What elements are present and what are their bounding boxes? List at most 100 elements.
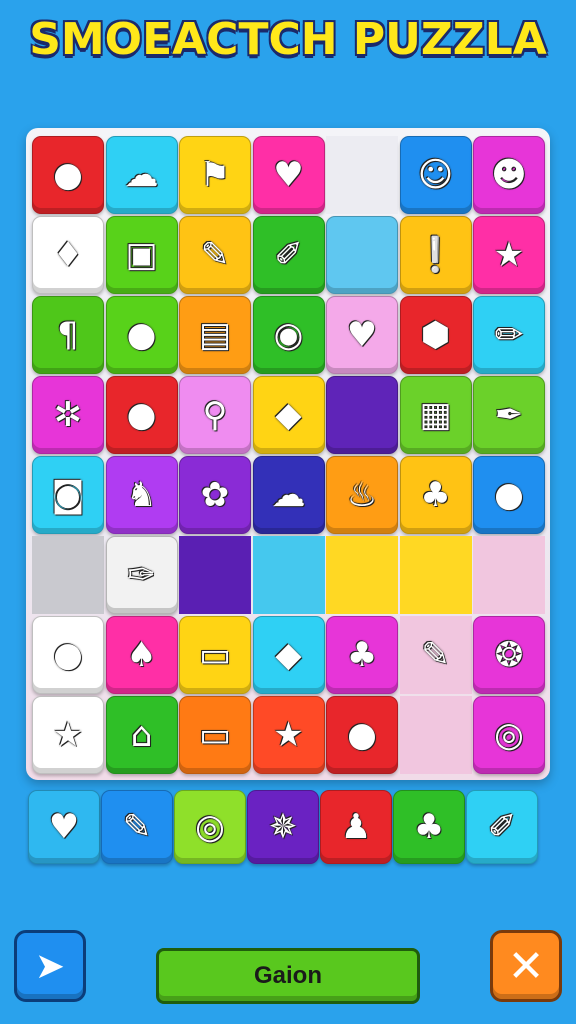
send-button[interactable]: ➤ — [14, 930, 86, 1002]
puzzle-tile[interactable]: ● — [105, 296, 178, 374]
puzzle-tile[interactable]: ▣ — [105, 216, 178, 294]
tile-icon: ★ — [52, 715, 84, 755]
puzzle-tile[interactable]: ● — [473, 456, 545, 534]
tile-icon: ✏ — [494, 315, 524, 355]
puzzle-tile[interactable]: ✑ — [105, 536, 178, 614]
puzzle-tile[interactable]: ✎ — [101, 790, 173, 864]
tile-icon: ✎ — [421, 635, 450, 675]
puzzle-tile[interactable]: ▭ — [179, 696, 251, 774]
tile-icon: ✑ — [127, 555, 156, 595]
tile-icon: ● — [126, 315, 157, 355]
puzzle-tile[interactable]: ▦ — [399, 376, 472, 454]
tile-icon: ⚑ — [199, 155, 231, 195]
empty-cell — [252, 536, 325, 614]
puzzle-tile[interactable]: ☁ — [105, 136, 178, 214]
tile-icon: ⬢ — [420, 315, 451, 355]
puzzle-tile[interactable]: ✐ — [252, 216, 325, 294]
puzzle-tile[interactable]: ● — [32, 136, 104, 214]
puzzle-tile[interactable]: ● — [105, 376, 178, 454]
puzzle-tile[interactable]: ♟ — [320, 790, 392, 864]
puzzle-tile[interactable]: ♣ — [326, 616, 398, 694]
puzzle-tile[interactable]: ◎ — [174, 790, 246, 864]
puzzle-tile[interactable]: ❂ — [473, 616, 545, 694]
puzzle-tile[interactable]: ◉ — [252, 296, 325, 374]
puzzle-tile[interactable]: ✐ — [466, 790, 538, 864]
puzzle-tile[interactable]: ♥ — [252, 136, 325, 214]
puzzle-tile[interactable]: ☺ — [399, 136, 472, 214]
puzzle-tile[interactable]: ★ — [473, 216, 545, 294]
tile-icon: ★ — [493, 235, 525, 275]
puzzle-tile[interactable]: ⚲ — [179, 376, 251, 454]
tile-icon: ❂ — [494, 635, 524, 675]
main-action-button[interactable]: Gaion — [156, 948, 420, 1004]
puzzle-tile[interactable]: ✵ — [247, 790, 319, 864]
close-button[interactable]: ✕ — [490, 930, 562, 1002]
puzzle-tile[interactable]: ♠ — [105, 616, 178, 694]
puzzle-tile[interactable]: ⬢ — [399, 296, 472, 374]
tile-icon: ✎ — [122, 807, 152, 847]
tile-icon: ● — [494, 475, 524, 515]
tile-icon: ★ — [273, 715, 304, 755]
puzzle-tile[interactable]: ● — [32, 616, 104, 694]
puzzle-tile[interactable]: ⚑ — [179, 136, 251, 214]
tile-icon: ✎ — [200, 235, 230, 275]
puzzle-tile[interactable]: ¶ — [32, 296, 104, 374]
puzzle-tile[interactable]: ☁ — [252, 456, 325, 534]
puzzle-tile[interactable]: ♣ — [393, 790, 465, 864]
puzzle-tile[interactable]: ✲ — [32, 376, 104, 454]
tile-icon: ¶ — [57, 315, 79, 355]
tile-icon: ◎ — [195, 807, 225, 847]
puzzle-tile[interactable]: ▭ — [179, 616, 251, 694]
puzzle-tile[interactable]: ❕ — [399, 216, 472, 294]
puzzle-tile[interactable]: ◆ — [252, 376, 325, 454]
puzzle-tile[interactable]: ✏ — [473, 296, 545, 374]
puzzle-tile[interactable]: ★ — [32, 696, 104, 774]
puzzle-tile[interactable]: ♦ — [32, 216, 104, 294]
tile-icon: ♠ — [126, 635, 157, 675]
tile-icon: ✵ — [268, 807, 298, 847]
puzzle-tile[interactable]: ◎ — [473, 696, 545, 774]
tile-icon: ▭ — [198, 715, 232, 755]
puzzle-tile[interactable]: ✎ — [179, 216, 251, 294]
tile-icon: ✿ — [200, 475, 230, 515]
tile-icon: ☺ — [417, 155, 454, 195]
puzzle-tile[interactable]: ✿ — [179, 456, 251, 534]
puzzle-tile[interactable]: ◆ — [252, 616, 325, 694]
puzzle-tile[interactable]: ♥ — [326, 296, 398, 374]
puzzle-tile[interactable] — [326, 216, 398, 294]
puzzle-tile[interactable]: ♨ — [326, 456, 398, 534]
tile-icon: ◆ — [275, 635, 302, 675]
tile-icon: ♣ — [413, 807, 445, 847]
puzzle-tile[interactable] — [326, 376, 398, 454]
tile-icon: ♣ — [420, 475, 451, 515]
tile-icon: ☻ — [491, 155, 527, 195]
empty-cell: ✎ — [399, 616, 472, 694]
puzzle-tile[interactable]: ▤ — [179, 296, 251, 374]
puzzle-tile[interactable]: ★ — [252, 696, 325, 774]
tile-icon: ☁ — [271, 475, 306, 515]
tile-tray: ♥ ✎ ◎ ✵ ♟ ♣ ✐ — [28, 790, 548, 866]
puzzle-board: ● ☁ ⚑ ♥ ☺ ☻ ♦ ▣ ✎ ✐ ❕ ★ ¶ ● ▤ ◉ ♥ ⬢ ✏ ✲ ● ⚲ ◆ ▦ ✒ ◙ ♞ ✿ ☁ ♨ ♣ ● ✑ ● ♠ ▭ ◆ ♣ ✎ ❂… — [26, 128, 550, 780]
tile-icon: ♦ — [52, 235, 84, 275]
puzzle-tile[interactable]: ◙ — [32, 456, 104, 534]
tile-icon: ♨ — [346, 475, 378, 515]
tile-icon: ▦ — [419, 395, 452, 435]
puzzle-tile[interactable]: ⌂ — [105, 696, 178, 774]
tile-icon: ⚲ — [202, 395, 228, 435]
tile-icon: ✐ — [274, 235, 303, 275]
tile-icon: ⌂ — [130, 715, 153, 755]
puzzle-tile[interactable]: ☻ — [473, 136, 545, 214]
puzzle-tile[interactable]: ♣ — [399, 456, 472, 534]
tile-icon: ● — [53, 635, 83, 675]
game-title: SMOEACTCH PUZZLA — [29, 14, 547, 65]
send-arrow-icon: ➤ — [34, 945, 66, 987]
tile-icon: ✒ — [494, 395, 524, 435]
tile-icon: ● — [347, 715, 377, 755]
puzzle-tile[interactable]: ✒ — [473, 376, 545, 454]
puzzle-tile[interactable]: ● — [326, 696, 398, 774]
puzzle-tile[interactable]: ♥ — [28, 790, 100, 864]
tile-icon: ♞ — [126, 475, 157, 515]
tile-icon: ♣ — [346, 635, 378, 675]
tile-icon: ◙ — [51, 475, 85, 515]
puzzle-tile[interactable]: ♞ — [105, 456, 178, 534]
